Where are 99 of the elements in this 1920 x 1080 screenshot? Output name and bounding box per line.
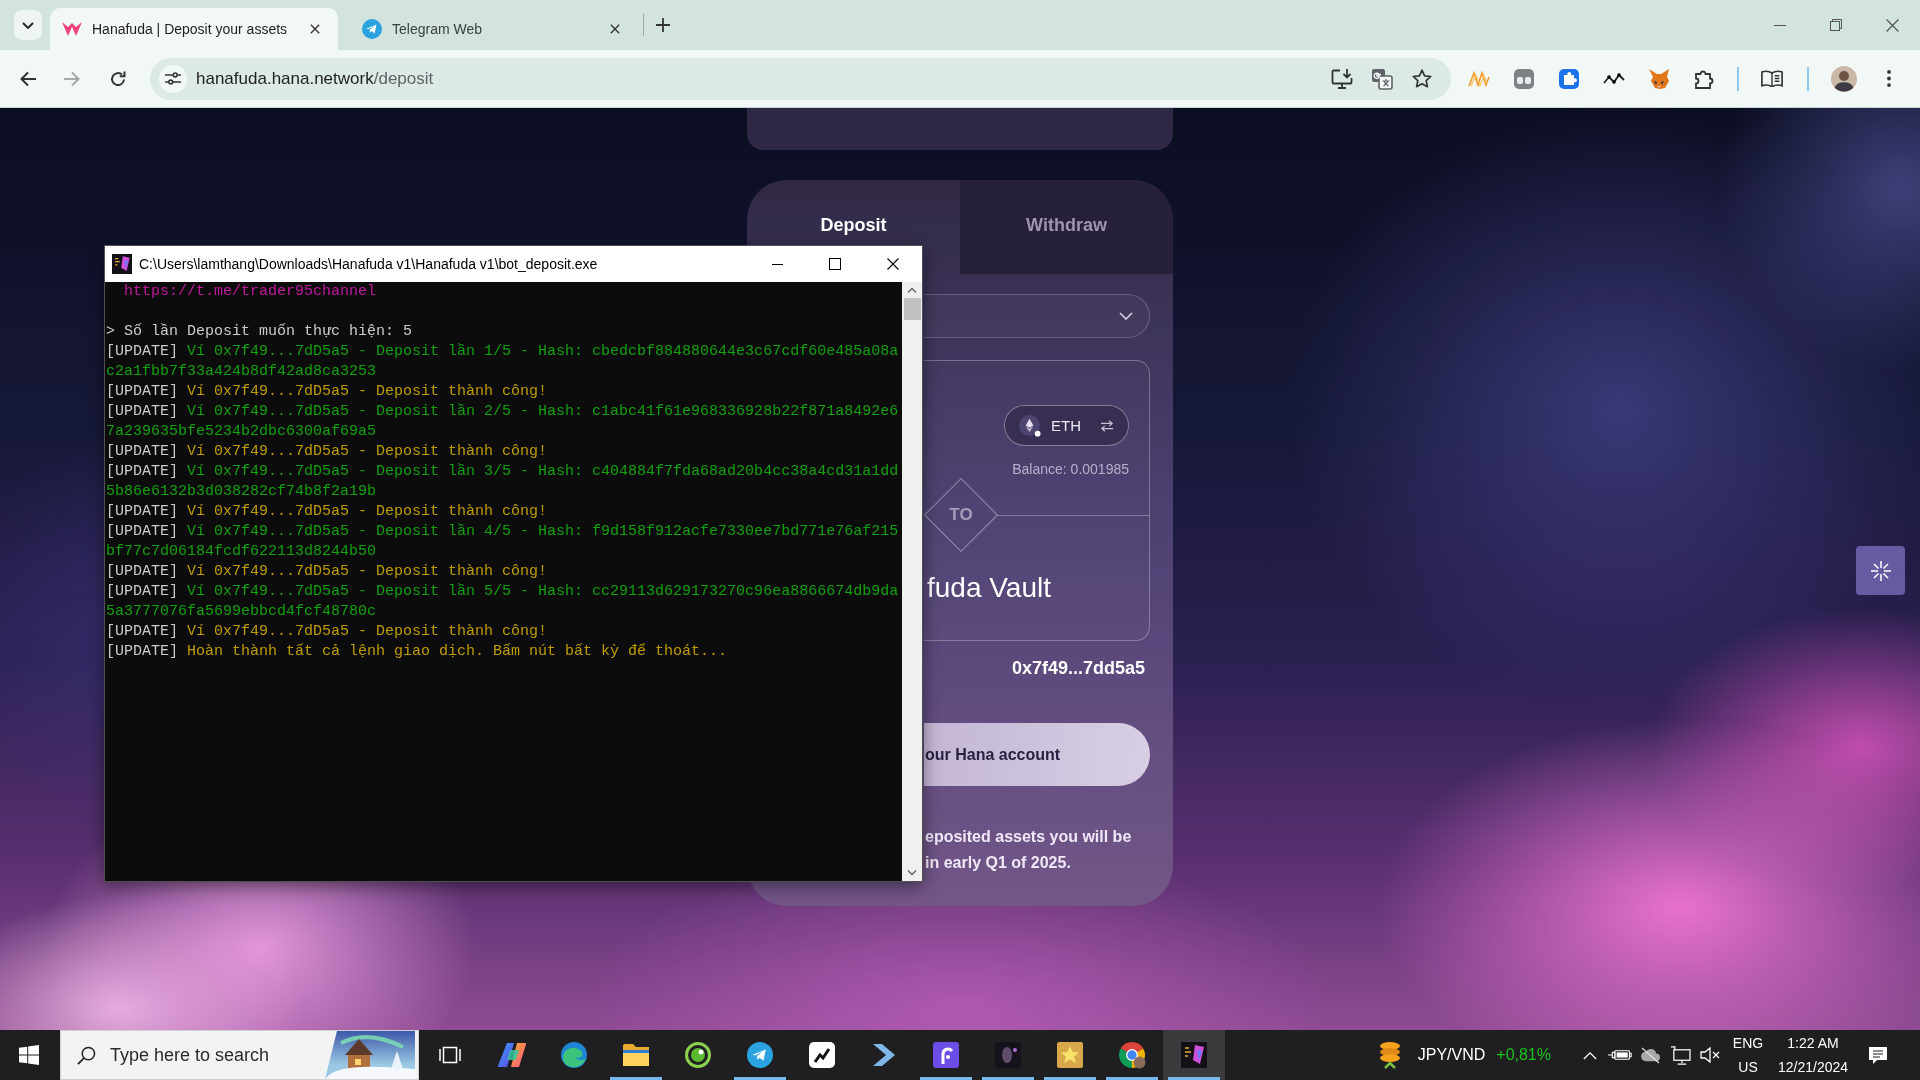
to-label: TO xyxy=(949,505,973,525)
browser-tab[interactable]: Hanafuda | Deposit your assets xyxy=(50,8,338,50)
console-tile-icon xyxy=(112,254,132,274)
wallet-address: 0x7f49...7dd5a5 xyxy=(1011,657,1145,680)
chrome-icon xyxy=(1118,1041,1146,1069)
back-arrow-icon xyxy=(20,70,36,87)
cloud-slash-icon xyxy=(1639,1046,1661,1064)
wings-icon xyxy=(62,21,82,37)
taskbar-app-button[interactable] xyxy=(1163,1030,1225,1080)
sparkle-icon xyxy=(1870,560,1891,581)
site-info-button[interactable] xyxy=(159,64,187,93)
deposit-tab[interactable]: Deposit xyxy=(747,180,960,245)
restore-icon xyxy=(1830,19,1842,31)
forward-arrow-icon xyxy=(64,70,80,87)
close-icon xyxy=(310,24,320,34)
swap-arrows-icon xyxy=(1100,419,1114,432)
avatar-icon xyxy=(1831,65,1857,92)
prompt-line: > Số lần Deposit muốn thực hiện: 5 xyxy=(106,322,413,342)
browser-tab[interactable]: Telegram Web xyxy=(350,8,638,50)
star-tile-icon xyxy=(1057,1042,1083,1068)
paper-plane-icon xyxy=(747,1042,773,1068)
monitor-icon xyxy=(1669,1045,1691,1065)
monitor-download-icon xyxy=(1331,68,1353,89)
diamond-icon xyxy=(924,478,998,552)
dark-tile-icon xyxy=(995,1042,1021,1068)
address-bar[interactable]: hanafuda.hana.network/deposit xyxy=(150,57,1451,100)
log-line: [UPDATE] Ví 0x7f49...7dD5a5 - Deposit thành công! xyxy=(106,442,548,462)
scrollbar-thumb[interactable] xyxy=(903,298,921,320)
log-line: [UPDATE] Ví 0x7f49...7dD5a5 - Deposit thành công! xyxy=(106,502,548,522)
puzzle-icon xyxy=(1694,68,1714,89)
asset-selector[interactable]: ETH xyxy=(1004,405,1129,446)
puzzle-tile-icon xyxy=(1559,68,1579,89)
log-line: [UPDATE] Ví 0x7f49...7dD5a5 - Deposit thành công! xyxy=(106,622,548,642)
console-tile-icon xyxy=(1181,1042,1207,1068)
translate-button[interactable] xyxy=(1370,66,1394,91)
search-input[interactable]: Type here to search xyxy=(110,1044,288,1066)
notice-text: eposited assets you will be xyxy=(925,827,1132,847)
install-button[interactable] xyxy=(1330,66,1354,91)
close-icon xyxy=(1885,18,1899,32)
log-line: [UPDATE] Ví 0x7f49...7dD5a5 - Deposit lần 2/5 - Hash: c1abc41f61e968336928b22f871a8492e67a239635bfe5234b2dbc6300af69a5 xyxy=(106,402,900,442)
chevron-icon xyxy=(872,1043,896,1067)
fox-icon xyxy=(1648,68,1670,89)
channel-link[interactable]: https://t.me/trader95channel xyxy=(124,283,377,300)
scroll-up-icon xyxy=(907,287,917,293)
chevron-up-icon xyxy=(1583,1050,1597,1060)
url-text: hanafuda.hana.network/deposit xyxy=(196,68,434,89)
eth-coin-icon xyxy=(1019,414,1041,437)
destination-name: fuda Vault xyxy=(927,571,1052,605)
windows-logo-icon xyxy=(19,1045,39,1065)
message-icon xyxy=(1867,1045,1888,1065)
line-graph-icon xyxy=(1603,72,1625,85)
notice-text: in early Q1 of 2025. xyxy=(925,853,1071,873)
close-icon xyxy=(887,258,899,270)
window-title: C:\Users\lamthang\Downloads\Hanafuda v1\Hanafuda v1\bot_deposit.exe xyxy=(139,256,599,272)
search-icon xyxy=(77,1045,96,1065)
language-button[interactable]: ENG US xyxy=(1725,1030,1771,1080)
log-line: [UPDATE] Ví 0x7f49...7dD5a5 - Deposit thành công! xyxy=(106,562,548,582)
menu-icon xyxy=(1887,70,1891,87)
task-view-icon xyxy=(439,1045,461,1065)
ticker-pair: JPY/VND xyxy=(1417,1046,1486,1064)
swirl-icon xyxy=(561,1042,587,1068)
chevron-down-icon xyxy=(1119,312,1133,320)
search-bar[interactable]: Type here to search xyxy=(60,1030,419,1080)
book-icon xyxy=(1761,70,1783,87)
minimize-icon xyxy=(1774,24,1786,26)
scroll-down-icon xyxy=(907,870,917,876)
plus-icon xyxy=(656,18,670,32)
tab-list-button[interactable] xyxy=(14,10,42,40)
log-line: [UPDATE] Ví 0x7f49...7dD5a5 - Deposit lần 5/5 - Hash: cc29113d629173270c96ea8866674db9da5a3777076fa5699ebbcd4fcf48780c xyxy=(106,582,900,622)
log-line: [UPDATE] Ví 0x7f49...7dD5a5 - Deposit lần 3/5 - Hash: c404884f7fda68ad20b4cc38a4cd31a1dd5b86e6132b3d038282cf74b8f2a19b xyxy=(106,462,900,502)
star-icon xyxy=(1412,69,1432,88)
clock-button[interactable]: 1:22 AM 12/21/2024 xyxy=(1771,1030,1855,1080)
chevron-down-icon xyxy=(22,21,34,29)
ticker-change: +0,81% xyxy=(1496,1046,1551,1064)
deposit-tab[interactable]: Withdraw xyxy=(960,180,1173,274)
bookmark-button[interactable] xyxy=(1410,66,1434,91)
log-line: [UPDATE] Ví 0x7f49...7dD5a5 - Deposit lần 1/5 - Hash: cbedcbf884880644e3c67cdf60e485a08ac2a1fbb7f33a424b8df42ad8ca3253 xyxy=(106,342,900,382)
paper-plane-icon xyxy=(362,19,382,39)
hook-tile-icon xyxy=(933,1042,959,1068)
translate-icon xyxy=(1371,67,1393,90)
balance-text: Balance: 0.001985 xyxy=(1012,460,1129,478)
speaker-muted-icon xyxy=(1700,1047,1720,1063)
close-icon xyxy=(610,24,620,34)
two-dots-tile-icon xyxy=(1514,68,1534,89)
ring-dot-icon xyxy=(685,1042,711,1068)
sparkle-button[interactable] xyxy=(1856,546,1905,595)
minimize-icon xyxy=(771,263,783,265)
battery-plug-icon xyxy=(1608,1048,1632,1062)
deposit-button[interactable]: our Hana account xyxy=(924,723,1150,786)
log-line: [UPDATE] Ví 0x7f49...7dD5a5 - Deposit lần 4/5 - Hash: f9d158f912acfe7330ee7bd771e76af215bf77c7d06184fcdf622113d8244b50 xyxy=(106,522,900,562)
folder-icon xyxy=(623,1044,649,1066)
sliders-icon xyxy=(165,72,181,85)
reload-icon xyxy=(110,70,126,87)
log-line: [UPDATE] Hoàn thành tất cả lệnh giao dịch. Bấm nút bất kỳ để thoát... xyxy=(106,642,728,662)
ribbon-icon xyxy=(498,1042,526,1068)
log-line: [UPDATE] Ví 0x7f49...7dD5a5 - Deposit thành công! xyxy=(106,382,548,402)
wave-lines-icon xyxy=(1468,70,1490,87)
maximize-icon xyxy=(829,258,841,270)
chart-tile-icon xyxy=(809,1042,835,1068)
